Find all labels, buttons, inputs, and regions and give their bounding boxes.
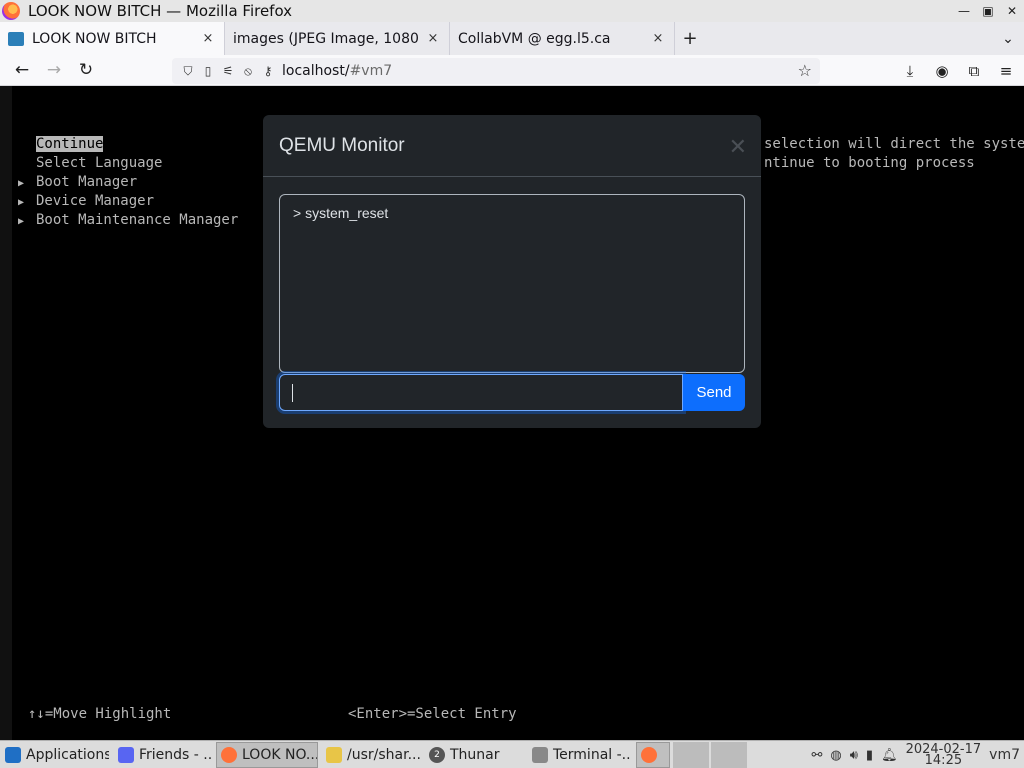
workspace-1[interactable] [673,741,709,768]
bios-menu-continue[interactable]: Continue [36,136,104,152]
maximize-button[interactable]: ▣ [982,4,994,18]
account-icon[interactable]: ◉ [932,62,952,80]
tab-look-now[interactable]: LOOK NOW BITCH × [0,22,225,55]
monitor-command-input[interactable] [279,374,683,411]
bios-help-line-1: selection will direct the system [764,136,1024,152]
taskbar-label: Terminal -... [553,746,633,763]
tab-close-button[interactable]: × [650,31,666,46]
applications-icon [5,746,21,763]
taskbar-label: Applications ☰ [26,746,110,763]
bios-menu-boot-manager[interactable]: Boot Manager [36,174,137,190]
back-button[interactable]: ← [6,56,38,84]
bios-menu-select-language[interactable]: Select Language [36,155,162,171]
thunar-badge: 2 [429,746,445,763]
taskbar-firefox-launcher[interactable] [636,741,670,768]
battery-icon[interactable]: ▮ [866,748,873,763]
submenu-arrow-icon: ▶ [18,197,25,208]
notification-bell-icon[interactable]: 🔔︎ [881,748,898,763]
firefox-icon [641,746,657,763]
close-icon[interactable]: ✕ [729,135,747,160]
taskbar-item-terminal[interactable]: Terminal -... [527,742,633,768]
text-caret [292,384,293,402]
tab-close-button[interactable]: × [200,31,216,46]
bios-footer-select: <Enter>=Select Entry [348,706,517,722]
shield-icon[interactable]: ⛉ [178,64,198,79]
new-tab-button[interactable]: + [675,22,705,55]
tracking-off-icon[interactable]: ⦸ [238,64,258,79]
downloads-icon[interactable]: ⤓ [900,62,920,80]
taskbar-item-editor[interactable]: /usr/shar... [321,742,421,768]
window-titlebar: LOOK NOW BITCH — Mozilla Firefox — ▣ ✕ [0,0,1024,22]
clock[interactable]: 2024-02-17 14:25 [906,743,982,768]
qemu-monitor-dialog: QEMU Monitor ✕ > system_reset Send [263,115,761,428]
bios-footer-move: ↑↓=Move Highlight [28,706,172,722]
taskbar-item-firefox[interactable]: LOOK NO... [216,741,318,768]
clock-time: 14:25 [924,753,963,768]
taskbar-item-friends[interactable]: Friends - ... [113,742,213,768]
discord-tray-icon[interactable]: ◍ [830,748,841,763]
close-window-button[interactable]: ✕ [1006,4,1018,18]
tab-strip: LOOK NOW BITCH × images (JPEG Image, 108… [0,22,1024,55]
taskbar-item-thunar[interactable]: 2 Thunar [424,742,524,768]
navigation-toolbar: ← → ↻ ⛉ ▯ ⚟ ⦸ ⚷ localhost/#vm7 ☆ ⤓ ◉ ⧉ ≡ [0,55,1024,86]
applications-menu[interactable]: Applications ☰ [0,742,110,768]
bios-menu-device-manager[interactable]: Device Manager [36,193,154,209]
window-title: LOOK NOW BITCH — Mozilla Firefox [28,2,293,20]
modal-title: QEMU Monitor [279,134,405,156]
tab-label: LOOK NOW BITCH [32,30,157,47]
firefox-icon [221,746,237,763]
forward-button[interactable]: → [38,56,70,84]
url-path: #vm7 [349,63,393,79]
url-bar[interactable]: ⛉ ▯ ⚟ ⦸ ⚷ localhost/#vm7 ☆ [172,58,820,84]
tab-images[interactable]: images (JPEG Image, 1080 × × [225,22,450,55]
page-icon[interactable]: ▯ [198,64,218,78]
tab-label: CollabVM @ egg.l5.ca [458,30,611,47]
minimize-button[interactable]: — [958,4,970,18]
taskbar-label: Friends - ... [139,746,213,763]
monitor-icon [8,31,24,46]
taskbar-label: LOOK NO... [242,746,318,763]
modal-header: QEMU Monitor [263,115,761,177]
system-tray: ⚯ ◍ 🔊︎ ▮ 🔔︎ 2024-02-17 14:25 vm7 [811,741,1024,768]
monitor-output: > system_reset [279,194,745,373]
bookmark-star-icon[interactable]: ☆ [798,61,812,80]
user-name[interactable]: vm7 [989,747,1020,763]
key-icon[interactable]: ⚷ [258,64,278,78]
url-host: localhost/ [282,63,350,79]
discord-icon [118,746,134,763]
text-editor-icon [326,746,342,763]
taskbar: Applications ☰ Friends - ... LOOK NO... … [0,740,1024,768]
workspace-2[interactable] [711,741,747,768]
bios-menu-boot-maintenance[interactable]: Boot Maintenance Manager [36,212,238,228]
permissions-icon[interactable]: ⚟ [218,64,238,78]
reload-button[interactable]: ↻ [70,56,102,84]
send-button[interactable]: Send [683,374,745,411]
firefox-icon [2,2,20,20]
tab-collabvm[interactable]: CollabVM @ egg.l5.ca × [450,22,675,55]
tab-close-button[interactable]: × [425,31,441,46]
menu-icon[interactable]: ≡ [996,62,1016,80]
list-all-tabs-button[interactable]: ⌄ [998,22,1018,55]
taskbar-label: /usr/shar... [347,746,421,763]
extensions-icon[interactable]: ⧉ [964,62,984,80]
tab-label: images (JPEG Image, 1080 × [233,30,419,47]
network-icon[interactable]: ⚯ [811,748,822,763]
bios-help-line-2: ntinue to booting process [764,155,975,171]
terminal-icon [532,746,548,763]
taskbar-label: Thunar [450,746,500,763]
submenu-arrow-icon: ▶ [18,216,25,227]
submenu-arrow-icon: ▶ [18,178,25,189]
volume-icon[interactable]: 🔊︎ [850,748,858,763]
